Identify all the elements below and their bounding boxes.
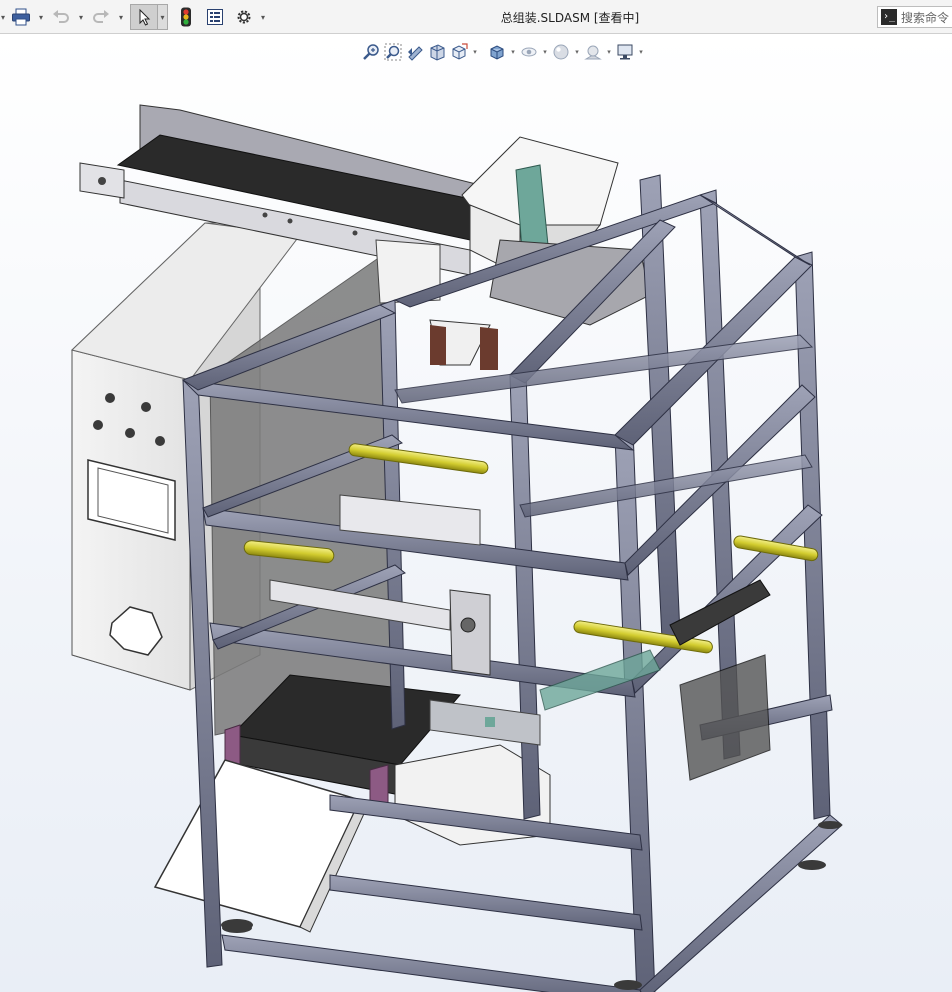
display-style-dropdown-icon[interactable]: ▾ xyxy=(508,48,518,56)
document-title: 总组装.SLDASM [查看中] xyxy=(500,11,640,25)
top-conveyor[interactable] xyxy=(79,104,521,276)
options-button[interactable] xyxy=(230,4,258,30)
view-orientation-icon xyxy=(452,43,468,60)
command-prompt-icon: ›_ xyxy=(881,9,897,25)
title-bar: ▾ ▾ ▾ ▾ ▾ ▾ 总组装.SLDASM [查看中] ›_ 搜索命令 xyxy=(0,0,952,34)
apply-scene-button[interactable] xyxy=(582,42,604,62)
previous-view-button[interactable] xyxy=(404,42,426,62)
apply-scene-dropdown-icon[interactable]: ▾ xyxy=(604,48,614,56)
side-plate xyxy=(679,654,771,781)
heads-up-view-toolbar: ▾ ▾ ▾ ▾ ▾ ▾ xyxy=(360,42,646,62)
select-button[interactable] xyxy=(130,4,158,30)
graphics-area[interactable]: ▾ ▾ ▾ ▾ ▾ ▾ xyxy=(0,35,952,992)
redo-button[interactable] xyxy=(86,4,116,30)
zoom-to-fit-button[interactable] xyxy=(360,42,382,62)
select-cursor-icon xyxy=(139,8,151,26)
zoom-to-fit-icon xyxy=(363,44,379,60)
view-orientation-dropdown-icon[interactable]: ▾ xyxy=(470,48,480,56)
file-properties-button[interactable] xyxy=(200,4,230,30)
search-commands-field[interactable]: ›_ 搜索命令 xyxy=(877,6,952,28)
options-gear-icon xyxy=(237,10,251,24)
hide-show-items-button[interactable] xyxy=(518,42,540,62)
select-dropdown-icon[interactable]: ▾ xyxy=(158,4,168,30)
options-dropdown-icon[interactable]: ▾ xyxy=(258,4,268,30)
undo-button[interactable] xyxy=(46,4,76,30)
edit-appearance-icon xyxy=(553,44,569,60)
print-icon xyxy=(12,8,30,26)
section-view-icon xyxy=(430,44,445,61)
zoom-to-area-button[interactable] xyxy=(382,42,404,62)
display-style-icon xyxy=(490,45,504,60)
view-orientation-button[interactable] xyxy=(448,42,470,62)
display-style-button[interactable] xyxy=(486,42,508,62)
rebuild-button[interactable] xyxy=(172,4,200,30)
view-settings-dropdown-icon[interactable]: ▾ xyxy=(636,48,646,56)
zoom-to-area-icon xyxy=(384,43,402,61)
print-dropdown-icon[interactable]: ▾ xyxy=(36,4,46,30)
hide-show-items-icon xyxy=(521,47,537,57)
search-placeholder: 搜索命令 xyxy=(901,10,950,25)
edit-appearance-button[interactable] xyxy=(550,42,572,62)
edit-appearance-dropdown-icon[interactable]: ▾ xyxy=(572,48,582,56)
print-button[interactable] xyxy=(6,4,36,30)
apply-scene-icon xyxy=(584,45,602,60)
redo-icon xyxy=(93,10,109,23)
section-view-button[interactable] xyxy=(426,42,448,62)
view-settings-button[interactable] xyxy=(614,42,636,62)
redo-dropdown-icon[interactable]: ▾ xyxy=(116,4,126,30)
undo-dropdown-icon[interactable]: ▾ xyxy=(76,4,86,30)
previous-view-icon xyxy=(408,46,423,61)
view-settings-icon xyxy=(617,44,633,60)
traffic-light-icon xyxy=(181,7,191,27)
hide-show-dropdown-icon[interactable]: ▾ xyxy=(540,48,550,56)
file-properties-icon xyxy=(207,9,223,25)
quick-access-toolbar: ▾ ▾ ▾ ▾ ▾ ▾ xyxy=(0,4,268,30)
undo-icon xyxy=(53,10,69,23)
assembly-model-view[interactable] xyxy=(0,35,952,992)
